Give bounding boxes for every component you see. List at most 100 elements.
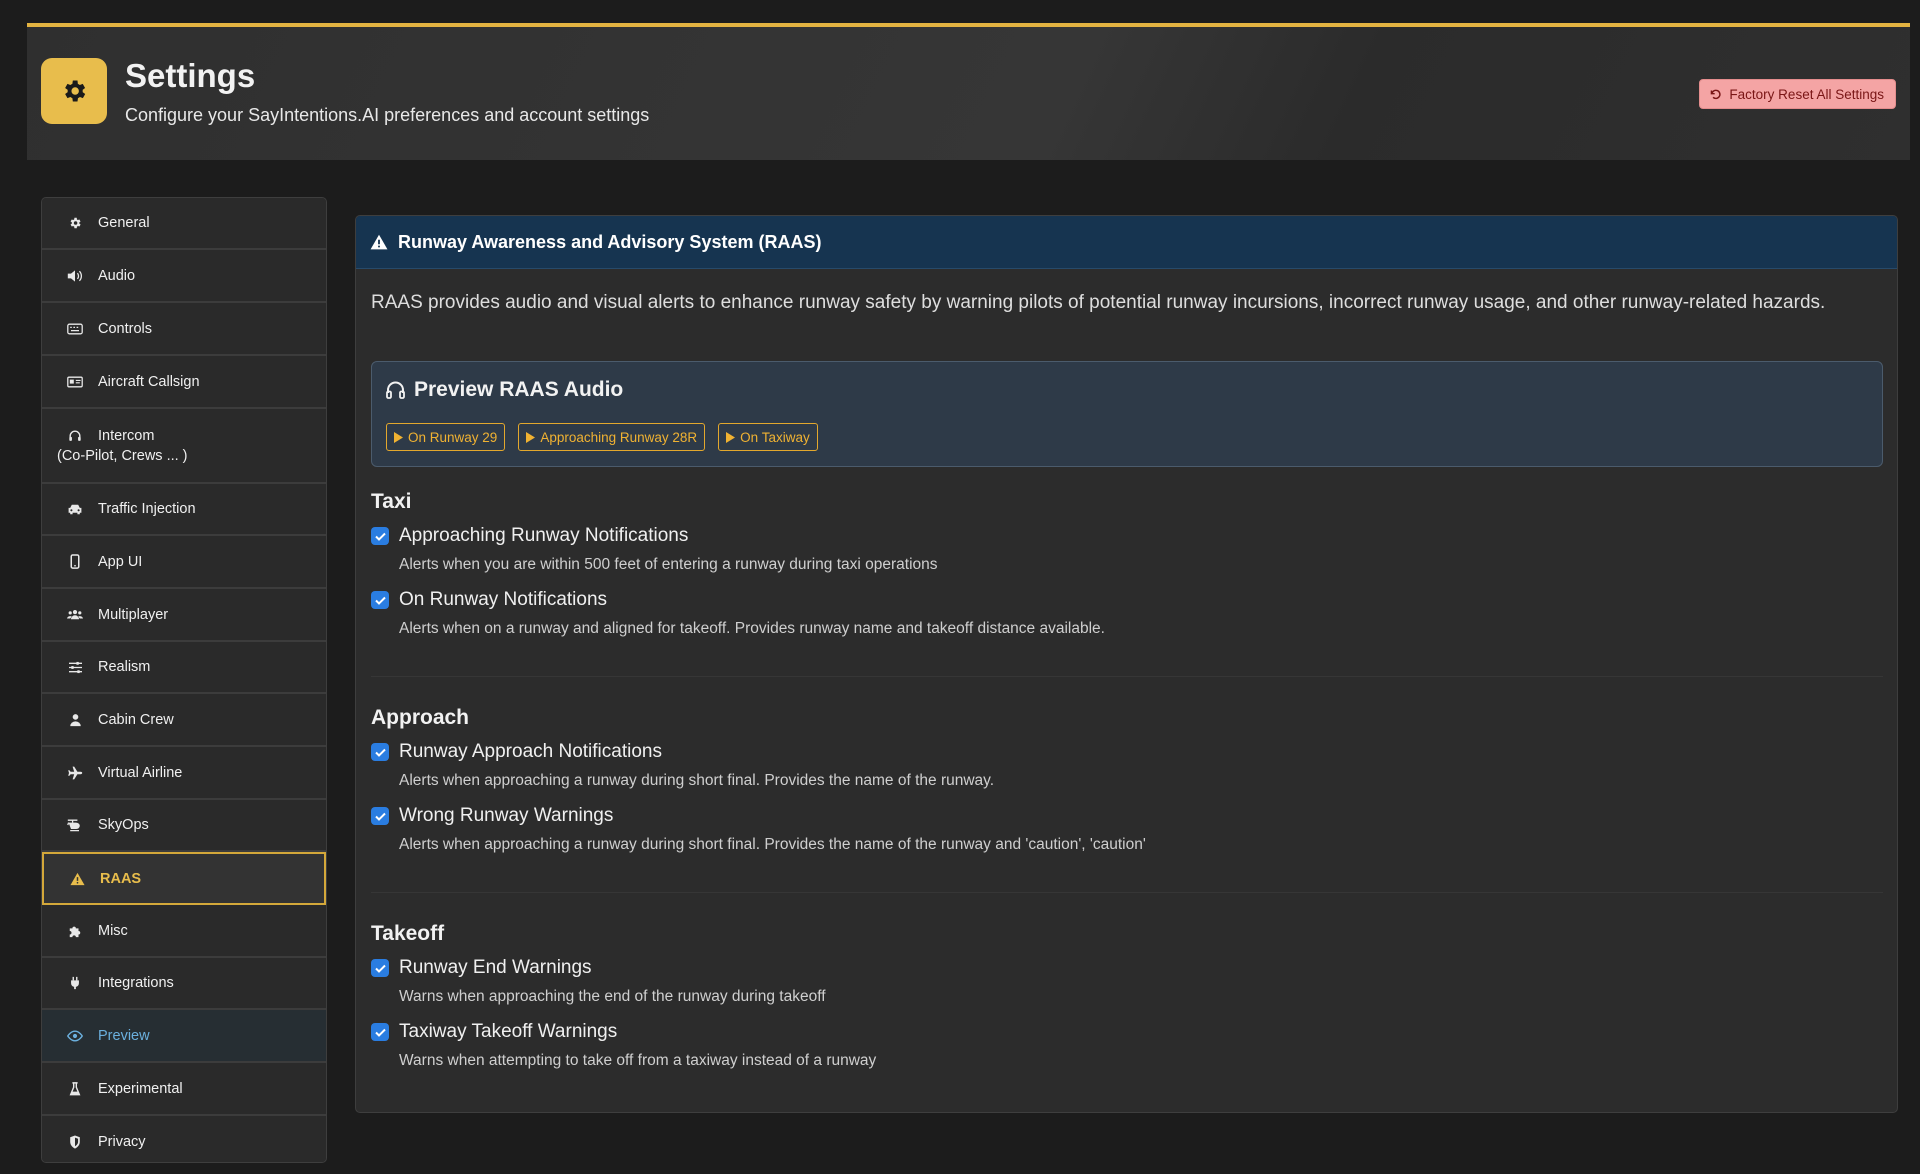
- sidebar-item-intercom[interactable]: Intercom (Co-Pilot, Crews ... ): [42, 409, 326, 484]
- option-label: Taxiway Takeoff Warnings: [399, 1021, 618, 1042]
- runway-approach-checkbox[interactable]: [371, 743, 389, 761]
- mobile-icon: [67, 554, 83, 570]
- panel-description: RAAS provides audio and visual alerts to…: [371, 292, 1826, 313]
- check-icon: [374, 1028, 386, 1037]
- sidebar-item-general[interactable]: General: [42, 198, 326, 250]
- section-takeoff: Takeoff Runway End Warnings Warns when a…: [371, 922, 876, 1070]
- panel-header: Runway Awareness and Advisory System (RA…: [356, 216, 1897, 269]
- sidebar-item-label: Controls: [98, 320, 152, 337]
- sidebar-item-label: App UI: [98, 553, 143, 570]
- puzzle-icon: [67, 923, 83, 939]
- option-on-runway-notifications: On Runway Notifications Alerts when on a…: [371, 589, 1105, 638]
- section-divider: [371, 892, 1883, 893]
- plane-icon: [67, 765, 83, 781]
- settings-gear-badge: [41, 58, 107, 124]
- sidebar-item-cabin-crew[interactable]: Cabin Crew: [42, 694, 326, 747]
- plug-icon: [67, 975, 83, 991]
- sidebar-item-label: Traffic Injection: [98, 501, 196, 517]
- sidebar-item-label: Virtual Airline: [98, 764, 183, 781]
- sidebar-item-audio[interactable]: Audio: [42, 250, 326, 303]
- option-label: Runway Approach Notifications: [399, 741, 662, 762]
- headset-icon: [67, 428, 83, 444]
- settings-sidebar: General Audio Controls Aircraft Callsign…: [41, 197, 327, 1163]
- sidebar-item-label: Cabin Crew: [98, 711, 174, 728]
- sidebar-item-label: Multiplayer: [98, 606, 169, 623]
- undo-icon: [1711, 89, 1722, 99]
- option-runway-end-warnings: Runway End Warnings Warns when approachi…: [371, 957, 876, 1006]
- option-label: On Runway Notifications: [399, 589, 608, 610]
- shield-icon: [67, 1134, 83, 1150]
- option-label: Runway End Warnings: [399, 957, 592, 978]
- check-icon: [374, 596, 386, 605]
- sidebar-item-raas[interactable]: RAAS: [42, 852, 326, 905]
- sidebar-item-label: SkyOps: [98, 817, 149, 833]
- option-wrong-runway-warnings: Wrong Runway Warnings Alerts when approa…: [371, 805, 1146, 854]
- page-title: Settings: [125, 57, 256, 94]
- sidebar-item-traffic-injection[interactable]: Traffic Injection: [42, 484, 326, 536]
- option-runway-approach-notifications: Runway Approach Notifications Alerts whe…: [371, 741, 1146, 790]
- play-approaching-runway-28r-button[interactable]: Approaching Runway 28R: [518, 423, 706, 451]
- factory-reset-button[interactable]: Factory Reset All Settings: [1699, 79, 1896, 109]
- option-help: Alerts when approaching a runway during …: [399, 836, 1146, 853]
- sidebar-item-label: RAAS: [100, 870, 142, 887]
- sidebar-item-label: Misc: [98, 922, 128, 939]
- option-label: Wrong Runway Warnings: [399, 805, 614, 826]
- check-icon: [374, 748, 386, 757]
- preview-title-label: Preview RAAS Audio: [414, 378, 624, 401]
- sidebar-item-aircraft-callsign[interactable]: Aircraft Callsign: [42, 356, 326, 409]
- sidebar-item-label: Audio: [98, 267, 136, 284]
- gear-icon: [65, 80, 86, 102]
- option-help: Alerts when on a runway and aligned for …: [399, 620, 1105, 637]
- sidebar-item-label: Preview: [98, 1027, 150, 1044]
- warning-icon: [370, 234, 388, 250]
- play-on-runway-29-button[interactable]: On Runway 29: [386, 423, 506, 451]
- section-approach: Approach Runway Approach Notifications A…: [371, 706, 1146, 854]
- check-icon: [374, 532, 386, 541]
- on-runway-checkbox[interactable]: [371, 591, 389, 609]
- taxiway-takeoff-checkbox[interactable]: [371, 1023, 389, 1041]
- preview-button-label: Approaching Runway 28R: [540, 429, 698, 445]
- section-title: Takeoff: [371, 922, 445, 945]
- play-icon: [526, 431, 536, 443]
- settings-header: Settings Configure your SayIntentions.AI…: [27, 23, 1910, 160]
- panel-title: Runway Awareness and Advisory System (RA…: [398, 231, 822, 252]
- sidebar-item-label: Aircraft Callsign: [98, 373, 200, 390]
- sidebar-item-controls[interactable]: Controls: [42, 303, 326, 356]
- speaker-icon: [67, 268, 83, 284]
- option-help: Alerts when you are within 500 feet of e…: [399, 556, 938, 573]
- id-card-icon: [67, 374, 83, 390]
- sidebar-item-virtual-airline[interactable]: Virtual Airline: [42, 747, 326, 800]
- sidebar-item-label: Realism: [98, 659, 151, 675]
- section-title: Approach: [371, 706, 470, 729]
- preview-buttons: On Runway 29 Approaching Runway 28R On T…: [386, 423, 818, 451]
- factory-reset-label: Factory Reset All Settings: [1729, 86, 1884, 102]
- sidebar-item-realism[interactable]: Realism: [42, 642, 326, 694]
- car-icon: [67, 501, 83, 517]
- sidebar-item-preview[interactable]: Preview: [42, 1010, 326, 1063]
- option-approaching-runway-notifications: Approaching Runway Notifications Alerts …: [371, 525, 1105, 574]
- keyboard-icon: [67, 321, 83, 337]
- play-icon: [726, 431, 736, 443]
- flask-icon: [67, 1081, 83, 1097]
- sidebar-item-multiplayer[interactable]: Multiplayer: [42, 589, 326, 642]
- raas-settings-panel: Runway Awareness and Advisory System (RA…: [355, 215, 1898, 1113]
- sidebar-item-privacy[interactable]: Privacy: [42, 1116, 326, 1162]
- wrong-runway-checkbox[interactable]: [371, 807, 389, 825]
- option-help: Alerts when approaching a runway during …: [399, 772, 995, 789]
- runway-end-checkbox[interactable]: [371, 959, 389, 977]
- play-on-taxiway-button[interactable]: On Taxiway: [718, 423, 818, 451]
- preview-button-label: On Runway 29: [408, 429, 498, 445]
- sidebar-item-misc[interactable]: Misc: [42, 905, 326, 958]
- settings-page: Settings Configure your SayIntentions.AI…: [0, 0, 1920, 1174]
- eye-icon: [67, 1028, 83, 1044]
- sidebar-item-label: Experimental: [98, 1080, 183, 1097]
- section-taxi: Taxi Approaching Runway Notifications Al…: [371, 490, 1105, 638]
- option-help: Warns when attempting to take off from a…: [399, 1052, 877, 1069]
- preview-audio-box: Preview RAAS Audio On Runway 29 Approach…: [371, 361, 1883, 467]
- sidebar-item-experimental[interactable]: Experimental: [42, 1063, 326, 1116]
- sidebar-item-app-ui[interactable]: App UI: [42, 536, 326, 589]
- sidebar-item-skyops[interactable]: SkyOps: [42, 800, 326, 852]
- sidebar-item-integrations[interactable]: Integrations: [42, 958, 326, 1010]
- approaching-runway-checkbox[interactable]: [371, 527, 389, 545]
- sidebar-item-label: Intercom: [98, 427, 155, 444]
